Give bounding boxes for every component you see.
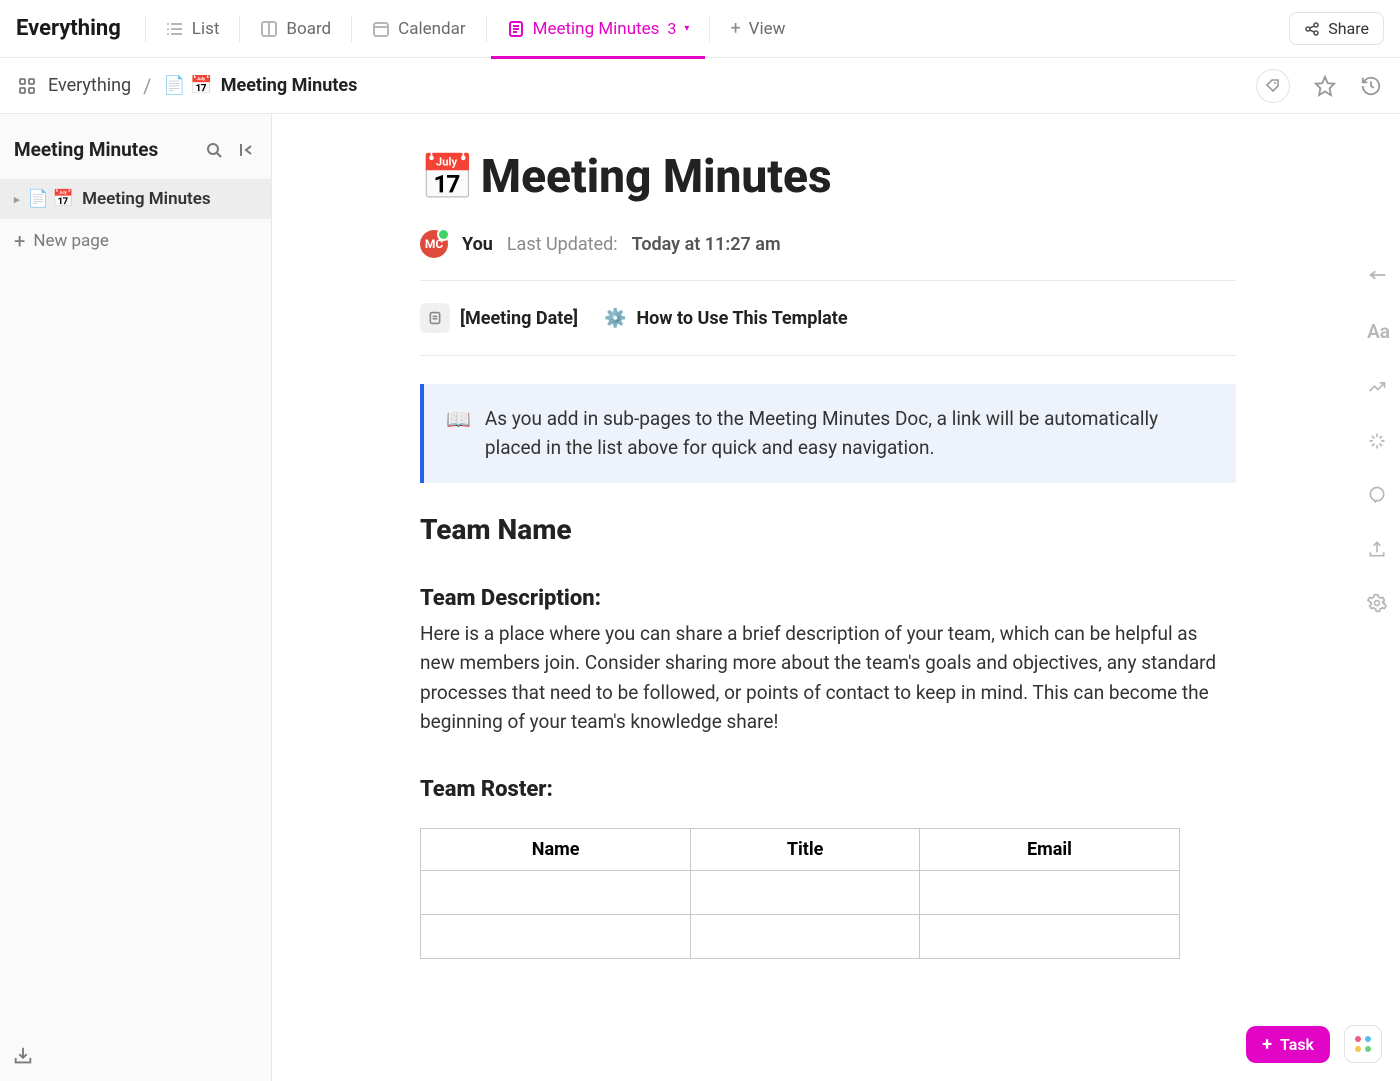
doc-scroll[interactable]: 📅 Meeting Minutes MC You Last Updated: T… [272,114,1400,1081]
callout-text: As you add in sub-pages to the Meeting M… [485,404,1214,463]
tab-calendar-label: Calendar [398,19,465,39]
new-task-label: Task [1280,1035,1314,1054]
subpage-meeting-date[interactable]: [Meeting Date] [420,303,578,333]
doc-updated-time: Today at 11:27 am [632,234,781,255]
sidebar: Meeting Minutes ▸ 📄 📅 Meeting Minutes + … [0,114,272,1081]
comment-icon[interactable] [1367,485,1390,505]
tab-board[interactable]: Board [244,0,347,58]
calendar-icon [372,20,390,38]
tab-active-badge: 3 [667,19,676,38]
separator [351,16,352,42]
sidebar-newpage-label: New page [33,231,109,251]
back-icon[interactable] [1367,264,1390,286]
separator [486,16,487,42]
separator [145,16,146,42]
list-icon [166,20,184,38]
subpage-howto-label: How to Use This Template [636,308,847,329]
apps-icon [1355,1036,1371,1052]
heading-team-name[interactable]: Team Name [420,513,1236,546]
avatar[interactable]: MC [420,230,448,258]
tab-meeting-minutes[interactable]: Meeting Minutes 3 ▾ [491,0,706,58]
apps-button[interactable] [1344,1025,1382,1063]
tab-list-label: List [192,19,220,39]
team-description-body[interactable]: Here is a place where you can share a br… [420,619,1236,737]
doc-title: Meeting Minutes [481,150,832,204]
tab-list[interactable]: List [150,0,236,58]
subpage-linkbar: [Meeting Date] ⚙️ How to Use This Templa… [420,303,1236,333]
heading-team-description[interactable]: Team Description: [420,586,1236,611]
doc-author: You [462,234,493,255]
table-row[interactable] [421,914,1180,958]
breadcrumb-root[interactable]: Everything [48,75,131,96]
roster-table[interactable]: Name Title Email [420,828,1180,959]
inbox-icon[interactable] [12,1045,34,1067]
calendar-emoji-icon: 📅 [420,151,475,203]
sidebar-title: Meeting Minutes [14,138,205,161]
col-email[interactable]: Email [920,828,1180,870]
sidebar-item-meeting-minutes[interactable]: ▸ 📄 📅 Meeting Minutes [0,179,271,219]
history-icon[interactable] [1360,75,1382,97]
doc-icon [420,303,450,333]
separator [239,16,240,42]
collapse-sidebar-icon[interactable] [237,141,255,159]
settings-icon[interactable] [1367,593,1390,613]
breadcrumb-doc-label: Meeting Minutes [221,75,358,96]
tag-icon[interactable] [1256,69,1290,103]
search-icon[interactable] [205,141,223,159]
grid-icon[interactable] [18,77,36,95]
tab-add-view[interactable]: + View [714,0,801,58]
col-title[interactable]: Title [691,828,920,870]
document: 📅 Meeting Minutes MC You Last Updated: T… [396,114,1276,1079]
subpage-howto[interactable]: ⚙️ How to Use This Template [604,308,848,329]
tab-calendar[interactable]: Calendar [356,0,481,58]
share-label: Share [1328,19,1369,38]
caret-right-icon[interactable]: ▸ [14,193,20,206]
doc-updated-label: Last Updated: [507,234,618,255]
gear-emoji-icon: ⚙️ [604,308,626,329]
page-emoji-icon: 📄 📅 [28,189,75,209]
breadcrumb-current[interactable]: 📄 📅 Meeting Minutes [163,75,357,96]
plus-icon: + [1262,1034,1272,1055]
doc-icon [507,20,525,38]
chevron-down-icon: ▾ [684,23,689,34]
right-rail: Aa [1367,264,1390,613]
topbar: Everything List Board Calendar Meeting M… [0,0,1400,58]
share-button[interactable]: Share [1289,12,1384,45]
share-icon [1304,21,1320,37]
new-task-button[interactable]: + Task [1246,1026,1330,1063]
brand-title: Everything [16,16,121,41]
ai-icon[interactable] [1367,377,1390,397]
separator [709,16,710,42]
doc-title-row[interactable]: 📅 Meeting Minutes [420,150,1236,204]
tab-view-label: View [749,19,786,39]
sidebar-new-page[interactable]: + New page [0,219,271,263]
breadcrumb-root-label: Everything [48,75,131,96]
board-icon [260,20,278,38]
tab-board-label: Board [286,19,331,39]
sidebar-item-label: Meeting Minutes [82,189,211,209]
page-emoji-icon: 📄 📅 [163,75,212,96]
divider [420,280,1236,281]
sparkle-icon[interactable] [1367,431,1390,451]
breadcrumb-separator: / [143,74,151,98]
star-icon[interactable] [1314,75,1336,97]
book-emoji-icon: 📖 [446,404,471,463]
table-row[interactable] [421,870,1180,914]
breadcrumb-bar: Everything / 📄 📅 Meeting Minutes [0,58,1400,114]
plus-icon: + [14,229,25,253]
typography-icon[interactable]: Aa [1367,320,1390,343]
plus-icon: + [730,18,740,39]
info-callout: 📖 As you add in sub-pages to the Meeting… [420,384,1236,483]
doc-meta: MC You Last Updated: Today at 11:27 am [420,230,1236,258]
subpage-meeting-date-label: [Meeting Date] [460,308,578,329]
col-name[interactable]: Name [421,828,691,870]
export-icon[interactable] [1367,539,1390,559]
table-header-row: Name Title Email [421,828,1180,870]
divider [420,355,1236,356]
tab-active-label: Meeting Minutes [533,19,660,39]
heading-team-roster[interactable]: Team Roster: [420,777,1236,802]
